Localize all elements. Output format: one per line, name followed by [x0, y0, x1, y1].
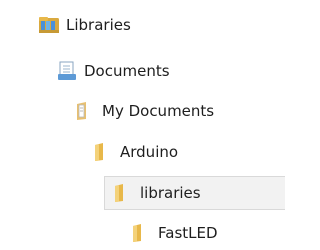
tree-item-fastled[interactable]: FastLED: [130, 218, 218, 248]
tree-item-documents[interactable]: Documents: [56, 56, 170, 86]
tree-item-label: My Documents: [102, 102, 215, 120]
tree-item-label: Documents: [84, 62, 170, 80]
folder-icon: [130, 223, 152, 243]
tree-item-label: Libraries: [66, 16, 131, 34]
tree-item-label: Arduino: [120, 143, 179, 161]
tree-item-libraries[interactable]: Libraries: [38, 10, 131, 40]
tree-item-label: FastLED: [158, 224, 218, 242]
documents-library-icon: [56, 61, 78, 81]
folder-icon: [112, 183, 134, 203]
my-documents-folder-icon: [74, 101, 96, 121]
tree-item-arduino[interactable]: Arduino: [92, 137, 178, 167]
folder-icon: [92, 142, 114, 162]
tree-item-label: libraries: [140, 184, 201, 202]
tree-item-my-documents[interactable]: My Documents: [74, 96, 214, 126]
folder-tree: Libraries Documents My Documents Arduino…: [0, 0, 285, 250]
tree-item-libraries-selected[interactable]: libraries: [112, 176, 285, 210]
libraries-icon: [38, 15, 60, 35]
